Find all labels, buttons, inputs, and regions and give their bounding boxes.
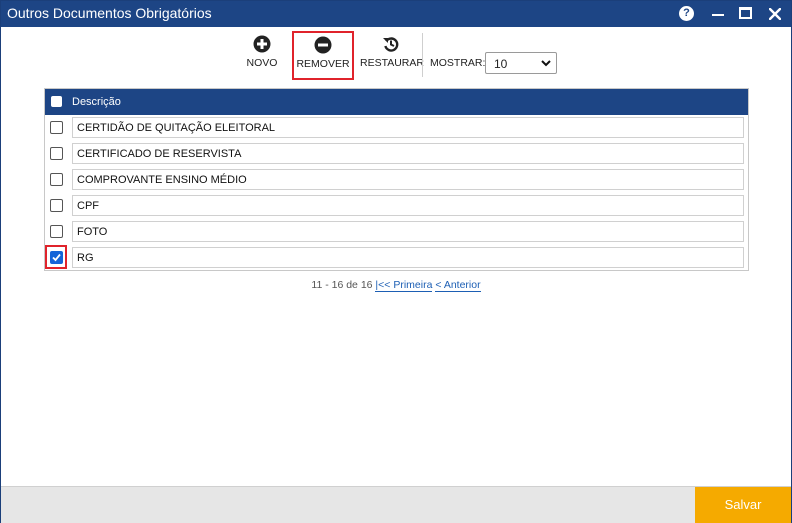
close-button[interactable]	[767, 5, 785, 23]
row-checkbox[interactable]	[50, 121, 63, 134]
page-size-select[interactable]: 10	[485, 52, 557, 74]
row-checkbox-cell	[45, 219, 67, 245]
description-field[interactable]: FOTO	[72, 221, 744, 242]
maximize-button[interactable]	[738, 5, 756, 23]
maximize-icon	[739, 7, 752, 19]
check-icon	[52, 253, 61, 262]
column-header-descricao: Descrição	[72, 96, 121, 108]
pagination-range: 11 - 16 de 16	[311, 279, 373, 291]
remover-button[interactable]: REMOVER	[292, 31, 354, 80]
table-row: FOTO	[45, 219, 748, 245]
grid-header: Descrição	[45, 89, 748, 115]
novo-label: NOVO	[246, 57, 278, 69]
window-title: Outros Documentos Obrigatórios	[7, 5, 212, 21]
restore-icon	[383, 37, 399, 52]
close-icon	[769, 8, 781, 20]
novo-button[interactable]: NOVO	[244, 31, 280, 81]
minimize-button[interactable]	[709, 5, 727, 23]
chevron-down-icon	[541, 60, 551, 67]
minus-circle-icon	[314, 36, 332, 54]
save-button[interactable]: Salvar	[695, 487, 791, 523]
restaurar-label: RESTAURAR	[360, 57, 424, 69]
row-checkbox-cell	[45, 141, 67, 167]
minimize-icon	[712, 14, 724, 16]
description-text: COMPROVANTE ENSINO MÉDIO	[77, 174, 247, 186]
row-checkbox-cell	[45, 193, 67, 219]
description-text: CERTIFICADO DE RESERVISTA	[77, 148, 242, 160]
row-checkbox-cell	[45, 167, 67, 193]
table-row: RG	[45, 245, 748, 271]
row-checkbox-checked[interactable]	[50, 251, 63, 264]
table-row: CPF	[45, 193, 748, 219]
description-text: CERTIDÃO DE QUITAÇÃO ELEITORAL	[77, 122, 276, 134]
description-field[interactable]: RG	[72, 247, 744, 268]
restaurar-button[interactable]: RESTAURAR	[360, 31, 424, 81]
help-icon: ?	[679, 6, 694, 21]
help-button[interactable]: ?	[679, 5, 697, 23]
row-checkbox[interactable]	[50, 147, 63, 160]
row-checkbox[interactable]	[50, 173, 63, 186]
description-text: FOTO	[77, 226, 108, 238]
select-all-checkbox[interactable]	[51, 96, 62, 107]
plus-circle-icon	[253, 35, 271, 53]
description-text: RG	[77, 252, 94, 264]
pagination: 11 - 16 de 16 |<< Primeira < Anterior	[1, 279, 791, 292]
toolbar: NOVO REMOVER RESTAURAR MOSTRAR: 10	[1, 31, 791, 83]
description-text: CPF	[77, 200, 99, 212]
row-checkbox-cell	[45, 115, 67, 141]
description-field[interactable]: CPF	[72, 195, 744, 216]
row-checkbox-cell	[45, 245, 67, 271]
page-size-value: 10	[494, 57, 508, 71]
description-field[interactable]: CERTIDÃO DE QUITAÇÃO ELEITORAL	[72, 117, 744, 138]
table-row: CERTIFICADO DE RESERVISTA	[45, 141, 748, 167]
description-field[interactable]: CERTIFICADO DE RESERVISTA	[72, 143, 744, 164]
title-bar: Outros Documentos Obrigatórios ?	[1, 1, 791, 27]
description-field[interactable]: COMPROVANTE ENSINO MÉDIO	[72, 169, 744, 190]
footer-bar: Salvar	[1, 486, 791, 523]
remover-label: REMOVER	[296, 58, 350, 70]
toolbar-divider	[422, 33, 423, 77]
table-row: COMPROVANTE ENSINO MÉDIO	[45, 167, 748, 193]
documents-grid: Descrição CERTIDÃO DE QUITAÇÃO ELEITORAL…	[44, 88, 749, 271]
mostrar-label: MOSTRAR:	[430, 57, 486, 69]
row-checkbox[interactable]	[50, 225, 63, 238]
dialog-window: Outros Documentos Obrigatórios ? NOVO RE…	[0, 0, 792, 523]
row-checkbox[interactable]	[50, 199, 63, 212]
previous-page-link[interactable]: < Anterior	[435, 279, 481, 292]
first-page-link[interactable]: |<< Primeira	[375, 279, 433, 292]
table-row: CERTIDÃO DE QUITAÇÃO ELEITORAL	[45, 115, 748, 141]
